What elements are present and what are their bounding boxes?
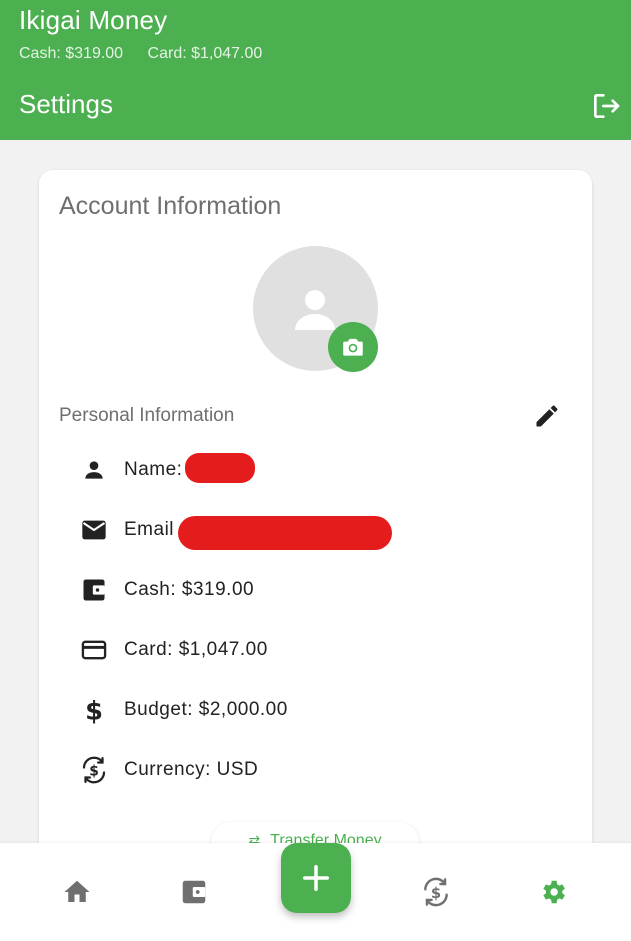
info-row-name: Name: [79, 454, 182, 486]
info-row-card: Card: $1,047.00 [79, 634, 268, 666]
name-label: Name: [124, 459, 183, 480]
add-transaction-button[interactable] [281, 843, 351, 913]
personal-info-title: Personal Information [59, 405, 235, 426]
dollar-icon: $ [79, 695, 109, 725]
person-icon [79, 455, 109, 485]
balance-summary: Cash: $319.00 Card: $1,047.00 [19, 45, 282, 63]
currency-exchange-icon: $ [79, 755, 109, 785]
account-title: Account Information [59, 192, 282, 220]
info-row-cash: Cash: $319.00 [79, 574, 254, 606]
info-row-budget: $ Budget: $2,000.00 [79, 694, 288, 726]
nav-exchange[interactable]: $ [419, 875, 453, 909]
budget-value: Budget: $2,000.00 [124, 699, 288, 720]
mail-icon [79, 515, 109, 545]
page-title: Settings [19, 89, 113, 119]
edit-button[interactable] [533, 402, 561, 430]
logout-icon [594, 94, 620, 118]
app-title: Ikigai Money [19, 5, 168, 35]
header-card-balance: Card: $1,047.00 [147, 45, 263, 62]
nav-wallet[interactable] [177, 875, 211, 909]
svg-text:$: $ [85, 696, 103, 724]
card-value: Card: $1,047.00 [124, 639, 268, 660]
nav-home[interactable] [60, 875, 94, 909]
header-cash-balance: Cash: $319.00 [19, 45, 124, 62]
camera-icon [343, 338, 363, 356]
home-icon [64, 880, 90, 902]
redacted-email [178, 516, 392, 550]
wallet-icon [79, 575, 109, 605]
cash-value: Cash: $319.00 [124, 579, 255, 600]
currency-value: Currency: USD [124, 759, 259, 780]
credit-card-icon [79, 635, 109, 665]
gear-icon [543, 880, 565, 904]
wallet-icon [182, 880, 206, 904]
currency-exchange-icon: $ [424, 877, 448, 907]
info-row-email: Email [79, 514, 174, 546]
plus-icon [303, 865, 329, 891]
svg-text:$: $ [431, 885, 441, 902]
pencil-icon [536, 405, 558, 427]
nav-settings[interactable] [536, 875, 570, 909]
redacted-name [185, 453, 255, 483]
person-icon [295, 290, 335, 330]
change-photo-button[interactable] [328, 322, 378, 372]
info-row-currency: $ Currency: USD [79, 754, 258, 786]
email-label: Email [124, 519, 175, 540]
app-header: Ikigai Money Cash: $319.00 Card: $1,047.… [0, 0, 631, 140]
logout-button[interactable] [590, 90, 622, 122]
account-card: Account Information Personal Information… [39, 170, 592, 870]
svg-text:$: $ [89, 764, 99, 780]
